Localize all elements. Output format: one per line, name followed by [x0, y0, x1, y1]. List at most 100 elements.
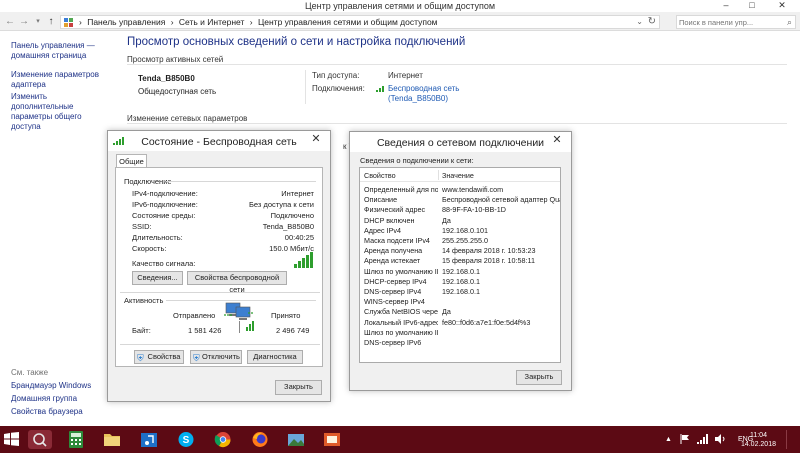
table-row[interactable]: Адрес IPv4 192.168.0.101: [360, 226, 560, 236]
status-row-value: Подключено: [270, 211, 314, 220]
music-app-icon[interactable]: [137, 430, 161, 449]
skype-icon[interactable]: S: [174, 430, 198, 449]
activity-bars-icon: [246, 321, 254, 333]
table-row[interactable]: Аренда истекает 15 февраля 2018 г. 10:58:…: [360, 256, 560, 266]
status-row-value: Tenda_B850B0: [262, 222, 314, 231]
address-toolbar: ← → ▾ ↑ › Панель управления › Сеть и Инт…: [0, 12, 800, 31]
up-arrow-icon[interactable]: ↑: [45, 16, 57, 28]
details-table[interactable]: Свойство Значение Определенный для по...…: [359, 167, 561, 363]
close-window-button[interactable]: ✕: [772, 0, 792, 11]
diagnose-button[interactable]: Диагностика: [247, 350, 303, 364]
table-row[interactable]: WINS-сервер IPv4: [360, 297, 560, 307]
back-arrow-icon[interactable]: ←: [4, 16, 16, 28]
column-header-property[interactable]: Свойство: [364, 171, 396, 180]
table-row[interactable]: Служба NetBIOS через...Да: [360, 307, 560, 317]
history-chevron-icon[interactable]: ▾: [32, 16, 44, 28]
minimize-button[interactable]: –: [716, 0, 736, 11]
wifi-tray-icon[interactable]: [697, 434, 708, 446]
table-header: Свойство Значение: [360, 168, 560, 182]
status-row-label: Скорость:: [132, 244, 167, 253]
chrome-icon[interactable]: [211, 430, 235, 449]
see-also-homegroup[interactable]: Домашняя группа: [11, 394, 77, 404]
windows-start-icon[interactable]: [4, 432, 19, 448]
app-icon[interactable]: [320, 430, 344, 449]
table-row[interactable]: Аренда получена 14 февраля 2018 г. 10:53:…: [360, 246, 560, 256]
status-close-button[interactable]: Закрыть: [275, 380, 322, 395]
clock-time: 11:04: [749, 432, 767, 439]
breadcrumb-separator: ›: [79, 17, 82, 27]
breadcrumb-network-center[interactable]: Центр управления сетями и общим доступом: [258, 17, 438, 27]
calculator-app-icon[interactable]: [64, 430, 88, 449]
status-row-label: IPv4-подключение:: [132, 189, 198, 198]
clock[interactable]: 11:04 14.02.2018: [741, 431, 776, 449]
taskbar: S ▲ ENG 11:04 14.02.2018: [0, 426, 800, 453]
page-title: Просмотр основных сведений о сети и наст…: [127, 36, 466, 48]
firefox-icon[interactable]: [248, 430, 272, 449]
clock-date: 14.02.2018: [740, 441, 776, 448]
breadcrumb-separator: ›: [249, 17, 253, 27]
volume-icon[interactable]: [715, 434, 726, 446]
search-input[interactable]: [679, 17, 779, 28]
table-row[interactable]: DHCP включен Да: [360, 216, 560, 226]
wifi-signal-icon: [376, 84, 386, 94]
change-settings-heading: Изменение сетевых параметров: [127, 114, 248, 123]
table-row[interactable]: DNS-сервер IPv6: [360, 338, 560, 348]
table-row[interactable]: Определенный для по... www.tendawifi.com: [360, 185, 560, 195]
table-row[interactable]: Описание Беспроводной сетевой адаптер Qua…: [360, 195, 560, 205]
table-row[interactable]: DNS-сервер IPv4 192.168.0.1: [360, 287, 560, 297]
shield-icon: ⛨: [193, 353, 200, 363]
divider: [305, 70, 306, 104]
wireless-status-dialog: Состояние - Беспроводная сеть ✕ Общие По…: [107, 130, 331, 402]
address-bar[interactable]: › Панель управления › Сеть и Интернет › …: [60, 15, 660, 29]
tab-general[interactable]: Общие: [116, 154, 147, 168]
sidebar-link-adapter[interactable]: Изменение параметров адаптера: [11, 70, 111, 90]
file-explorer-icon[interactable]: [100, 430, 124, 449]
access-type-value: Интернет: [388, 71, 423, 80]
photo-viewer-icon[interactable]: [284, 430, 308, 449]
close-icon[interactable]: ✕: [543, 132, 571, 148]
details-button[interactable]: Сведения...: [132, 271, 183, 285]
access-type-label: Тип доступа:: [312, 71, 360, 80]
status-row-value: 00:40:25: [284, 233, 314, 242]
tray-chevron-icon[interactable]: ▲: [665, 436, 672, 443]
table-row[interactable]: Локальный IPv6-адрес... fe80::f0d6:a7e1:f…: [360, 318, 560, 328]
sent-label: Отправлено: [173, 311, 216, 320]
connection-link[interactable]: Беспроводная сеть: [388, 84, 459, 93]
breadcrumb-separator: ›: [170, 17, 174, 27]
details-close-button[interactable]: Закрыть: [516, 370, 562, 385]
table-row[interactable]: Маска подсети IPv4 255.255.255.0: [360, 236, 560, 246]
refresh-icon[interactable]: ↻: [648, 16, 656, 27]
divider: [239, 321, 240, 333]
maximize-button[interactable]: □: [742, 0, 762, 11]
address-dropdown-icon[interactable]: ⌄: [636, 17, 643, 26]
flag-icon[interactable]: [680, 434, 690, 446]
search-icon[interactable]: ⌕: [787, 17, 792, 28]
connection-link-ssid[interactable]: (Tenda_B850B0): [388, 94, 448, 103]
network-type[interactable]: Общедоступная сеть: [138, 87, 216, 96]
window-titlebar: Центр управления сетями и общим доступом…: [0, 0, 800, 12]
tab-panel: Подключение IPv4-подключение: Интернет I…: [115, 167, 323, 367]
sidebar-link-home[interactable]: Панель управления — домашняя страница: [11, 41, 111, 61]
search-box[interactable]: ⌕: [676, 15, 796, 29]
search-app-icon[interactable]: [28, 430, 52, 449]
breadcrumb-control-panel[interactable]: Панель управления: [87, 17, 165, 27]
forward-arrow-icon[interactable]: →: [18, 16, 30, 28]
connection-group-label: Подключение: [124, 177, 172, 186]
close-icon[interactable]: ✕: [302, 131, 330, 147]
wireless-properties-button[interactable]: Свойства беспроводной сети: [187, 271, 287, 294]
table-row[interactable]: Шлюз по умолчанию IP...192.168.0.1: [360, 267, 560, 277]
see-also-browser-props[interactable]: Свойства браузера: [11, 407, 83, 417]
sidebar-link-sharing[interactable]: Изменить дополнительные параметры общего…: [11, 92, 111, 132]
column-header-value[interactable]: Значение: [442, 171, 474, 180]
signal-quality-label: Качество сигнала:: [132, 259, 196, 268]
table-row[interactable]: Шлюз по умолчанию IP...: [360, 328, 560, 338]
table-row[interactable]: Физический адрес 88-9F-FA-10-BB-1D: [360, 205, 560, 215]
breadcrumb-network-internet[interactable]: Сеть и Интернет: [179, 17, 244, 27]
table-row[interactable]: DHCP-сервер IPv4 192.168.0.1: [360, 277, 560, 287]
bytes-label: Байт:: [132, 326, 151, 335]
show-desktop-button[interactable]: [786, 430, 796, 449]
see-also-heading: См. также: [11, 368, 49, 377]
properties-button[interactable]: ⛨ Свойства: [134, 350, 184, 364]
disable-button[interactable]: ⛨ Отключить: [190, 350, 242, 364]
see-also-firewall[interactable]: Брандмауэр Windows: [11, 381, 91, 391]
